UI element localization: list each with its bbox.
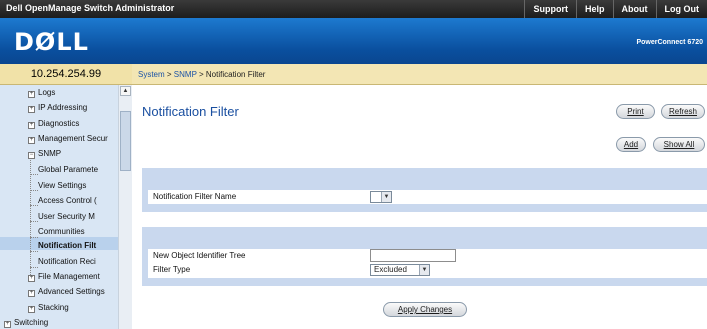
sidebar-item-file-management[interactable]: + File Management (28, 272, 100, 282)
sidebar-item-notification-filter[interactable]: Notification Filt (38, 241, 96, 250)
sidebar-item-snmp[interactable]: − SNMP (28, 149, 61, 159)
scroll-thumb[interactable] (120, 111, 131, 171)
sidebar-item-view-settings[interactable]: View Settings (38, 181, 86, 190)
sidebar-item-user-security[interactable]: User Security M (38, 212, 95, 221)
sidebar-item-management-security[interactable]: + Management Secur (28, 134, 108, 144)
expand-icon: + (28, 137, 35, 144)
app-title: Dell OpenManage Switch Administrator (6, 3, 175, 13)
expand-icon: + (28, 290, 35, 297)
filter-type-select[interactable]: Excluded ▼ (370, 264, 430, 276)
filter-name-label: Notification Filter Name (153, 192, 237, 201)
scroll-up-arrow-icon[interactable]: ▲ (120, 86, 131, 96)
sidebar-item-global-parameters[interactable]: Global Paramete (38, 165, 98, 174)
device-ip: 10.254.254.99 (0, 64, 132, 85)
show-all-button[interactable]: Show All (653, 137, 705, 152)
sidebar-item-ip-addressing[interactable]: + IP Addressing (28, 103, 87, 113)
oid-tree-row: New Object Identifier Tree (148, 249, 707, 263)
sidebar-item-stacking[interactable]: + Stacking (28, 303, 69, 313)
sidebar-scrollbar[interactable]: ▲ (118, 85, 132, 329)
oid-tree-input[interactable] (370, 249, 456, 262)
navigation-tree: + Logs + IP Addressing + Diagnostics + Manag… (0, 85, 132, 329)
expand-icon: + (28, 91, 35, 98)
filter-type-label: Filter Type (153, 265, 191, 274)
expand-icon: + (28, 122, 35, 129)
sidebar-item-diagnostics[interactable]: + Diagnostics (28, 119, 79, 129)
apply-changes-button[interactable]: Apply Changes (383, 302, 467, 317)
top-bar: Dell OpenManage Switch Administrator Sup… (0, 0, 707, 18)
expand-icon: + (28, 275, 35, 282)
help-link[interactable]: Help (575, 0, 613, 18)
expand-icon: + (4, 321, 11, 328)
oid-tree-label: New Object Identifier Tree (153, 251, 246, 260)
chevron-down-icon: ▼ (419, 265, 429, 275)
filter-name-select[interactable]: ▼ (370, 191, 392, 203)
breadcrumb-snmp[interactable]: SNMP (174, 70, 197, 79)
refresh-button[interactable]: Refresh (661, 104, 705, 119)
add-button[interactable]: Add (616, 137, 646, 152)
filter-type-row: Filter Type Excluded ▼ (148, 263, 707, 278)
sidebar-item-notification-recipients[interactable]: Notification Reci (38, 257, 96, 266)
collapse-icon: − (28, 152, 35, 159)
top-links: Support Help About Log Out (524, 0, 707, 18)
page-title: Notification Filter (142, 104, 239, 119)
breadcrumb-system[interactable]: System (138, 70, 165, 79)
filter-name-row: Notification Filter Name ▼ (148, 190, 707, 204)
dell-logo: DØLL (14, 28, 89, 56)
chevron-down-icon: ▼ (381, 192, 391, 202)
sidebar-item-advanced-settings[interactable]: + Advanced Settings (28, 287, 105, 297)
sidebar-item-access-control[interactable]: Access Control ( (38, 196, 97, 205)
logout-link[interactable]: Log Out (655, 0, 707, 18)
support-link[interactable]: Support (524, 0, 576, 18)
print-button[interactable]: Print (616, 104, 655, 119)
expand-icon: + (28, 106, 35, 113)
expand-icon: + (28, 306, 35, 313)
sidebar-item-switching[interactable]: + Switching (4, 318, 48, 328)
sidebar-item-logs[interactable]: + Logs (28, 88, 55, 98)
breadcrumb: System > SNMP > Notification Filter (132, 64, 707, 85)
header-banner: DØLL PowerConnect 6720 (0, 18, 707, 64)
product-model: PowerConnect 6720 (636, 39, 703, 46)
about-link[interactable]: About (612, 0, 656, 18)
sidebar-item-communities[interactable]: Communities (38, 227, 85, 236)
breadcrumb-current: Notification Filter (205, 70, 266, 79)
